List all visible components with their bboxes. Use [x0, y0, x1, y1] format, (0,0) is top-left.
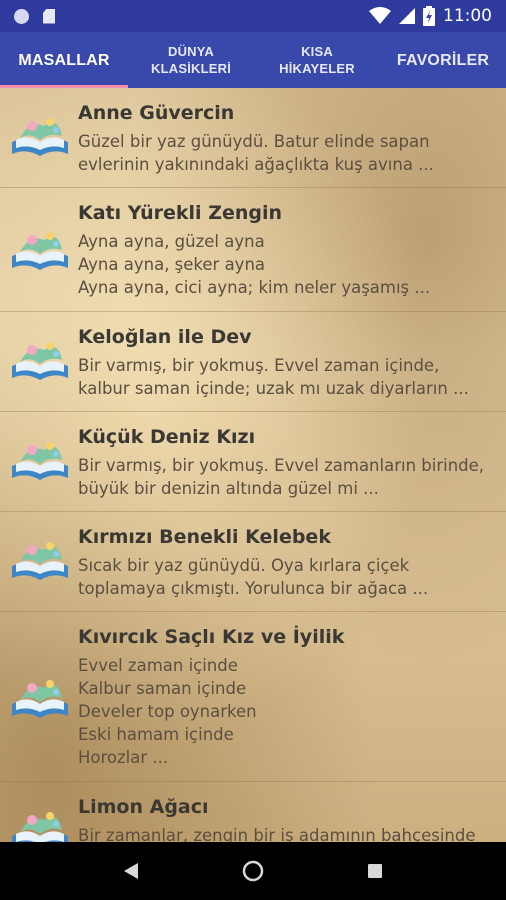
story-excerpt: Güzel bir yaz günüydü. Batur elinde sapa…	[78, 132, 434, 174]
item-text: Anne Güvercin Güzel bir yaz günüydü. Bat…	[78, 102, 498, 176]
battery-icon	[423, 6, 435, 26]
tab-masallar[interactable]: MASALLAR	[0, 32, 128, 88]
recents-icon	[368, 864, 382, 878]
tab-favoriler[interactable]: FAVORİLER	[380, 32, 506, 88]
item-text: Kırmızı Benekli Kelebek Sıcak bir yaz gü…	[78, 526, 498, 600]
book-icon	[12, 342, 68, 380]
list-item[interactable]: Keloğlan ile Dev Bir varmış, bir yokmuş.…	[0, 312, 506, 412]
tab-label: DÜNYA KLASİKLERİ	[151, 44, 231, 76]
home-icon	[242, 860, 264, 882]
story-title: Limon Ağacı	[78, 796, 209, 818]
list-item[interactable]: Anne Güvercin Güzel bir yaz günüydü. Bat…	[0, 88, 506, 188]
tab-label: FAVORİLER	[396, 51, 490, 69]
item-text: Kıvırcık Saçlı Kız ve İyilik Evvel zaman…	[78, 626, 498, 769]
sd-card-icon	[43, 8, 55, 24]
item-text: Limon Ağacı Bir zamanlar, zengin bir iş …	[78, 796, 498, 842]
story-list[interactable]: Anne Güvercin Güzel bir yaz günüydü. Bat…	[0, 88, 506, 842]
book-icon	[12, 118, 68, 156]
navigation-bar	[0, 842, 506, 900]
story-excerpt: Bir zamanlar, zengin bir iş adamının bah…	[78, 826, 476, 842]
book-icon	[12, 442, 68, 480]
status-time: 11:00	[443, 6, 492, 26]
story-excerpt: Evvel zaman içinde Kalbur saman içinde D…	[78, 656, 257, 767]
book-icon	[12, 680, 68, 718]
notification-dot-icon	[14, 8, 29, 24]
story-title: Katı Yürekli Zengin	[78, 202, 283, 224]
story-excerpt: Ayna ayna, güzel ayna Ayna ayna, şeker a…	[78, 232, 431, 297]
list-item[interactable]: Küçük Deniz Kızı Bir varmış, bir yokmuş.…	[0, 412, 506, 512]
tab-kisa-hikayeler[interactable]: KISA HİKAYELER	[254, 32, 380, 88]
story-title: Anne Güvercin	[78, 102, 235, 124]
item-text: Katı Yürekli Zengin Ayna ayna, güzel ayn…	[78, 202, 498, 299]
home-button[interactable]	[238, 856, 268, 886]
tab-bar: MASALLAR DÜNYA KLASİKLERİ KISA HİKAYELER…	[0, 32, 506, 88]
story-title: Kırmızı Benekli Kelebek	[78, 526, 331, 548]
tab-dunya-klasikleri[interactable]: DÜNYA KLASİKLERİ	[128, 32, 254, 88]
list-item[interactable]: Limon Ağacı Bir zamanlar, zengin bir iş …	[0, 782, 506, 842]
story-title: Küçük Deniz Kızı	[78, 426, 256, 448]
story-excerpt: Bir varmış, bir yokmuş. Evvel zaman için…	[78, 356, 469, 398]
book-icon	[12, 542, 68, 580]
back-button[interactable]	[116, 856, 146, 886]
book-icon	[12, 232, 68, 270]
item-text: Küçük Deniz Kızı Bir varmış, bir yokmuş.…	[78, 426, 498, 500]
tab-label: KISA HİKAYELER	[279, 44, 355, 76]
wifi-icon	[369, 7, 391, 24]
recents-button[interactable]	[360, 856, 390, 886]
back-icon	[124, 863, 138, 879]
story-excerpt: Sıcak bir yaz günüydü. Oya kırlara çiçek…	[78, 556, 429, 598]
list-item[interactable]: Kıvırcık Saçlı Kız ve İyilik Evvel zaman…	[0, 612, 506, 782]
list-item[interactable]: Kırmızı Benekli Kelebek Sıcak bir yaz gü…	[0, 512, 506, 612]
story-title: Keloğlan ile Dev	[78, 326, 252, 348]
story-title: Kıvırcık Saçlı Kız ve İyilik	[78, 626, 345, 648]
book-icon	[12, 812, 68, 842]
tab-label: MASALLAR	[18, 51, 110, 69]
item-text: Keloğlan ile Dev Bir varmış, bir yokmuş.…	[78, 326, 498, 400]
signal-icon	[399, 8, 415, 24]
story-excerpt: Bir varmış, bir yokmuş. Evvel zamanların…	[78, 456, 485, 498]
list-item[interactable]: Katı Yürekli Zengin Ayna ayna, güzel ayn…	[0, 188, 506, 312]
status-bar: 11:00	[0, 0, 506, 32]
